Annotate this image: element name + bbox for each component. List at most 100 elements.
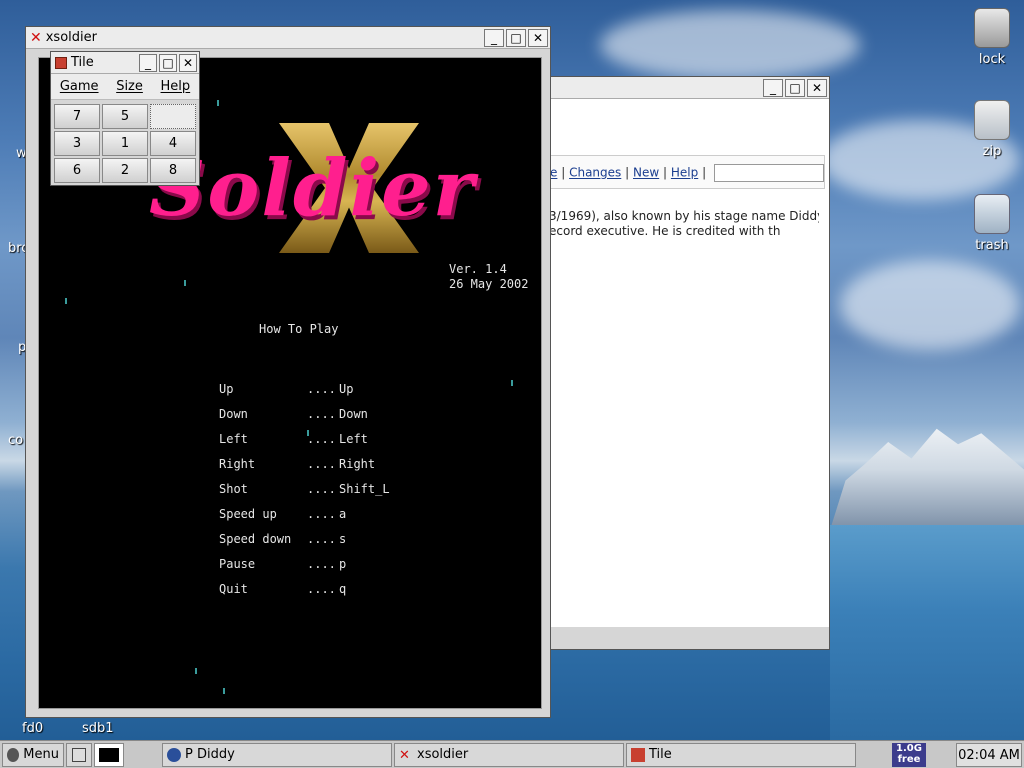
taskbar: Menu P Diddy ✕ xsoldier Tile 1.0G free 0… <box>0 740 1024 768</box>
control-key: s <box>339 532 347 546</box>
control-dots: .... <box>307 407 336 421</box>
control-action: Right <box>219 457 256 471</box>
tile-button[interactable]: 2 <box>102 158 148 183</box>
control-action: Quit <box>219 582 248 596</box>
control-dots: .... <box>307 582 336 596</box>
desktop-icon-lock[interactable]: lock <box>962 8 1022 67</box>
control-action: Shot <box>219 482 248 496</box>
control-action: Speed down <box>219 532 292 546</box>
control-dots: .... <box>307 557 336 571</box>
desktop-icon-label[interactable]: co <box>8 433 23 448</box>
menu-help[interactable]: Help <box>161 79 191 94</box>
close-button[interactable]: ✕ <box>179 53 197 72</box>
wiki-nav: e | Changes | New | Help | <box>549 155 825 189</box>
task-xsoldier[interactable]: ✕ xsoldier <box>394 742 624 767</box>
control-key: a <box>339 507 347 521</box>
xsoldier-icon: ✕ <box>399 747 410 763</box>
control-action: Pause <box>219 557 256 571</box>
star-particle <box>184 280 186 286</box>
maximize-button[interactable]: □ <box>785 78 805 97</box>
tile-button[interactable]: 7 <box>54 104 100 129</box>
zip-icon <box>974 100 1010 140</box>
control-key: p <box>339 557 347 571</box>
maximize-button[interactable]: □ <box>506 28 526 47</box>
browser-window[interactable]: _ □ ✕ e | Changes | New | Help | 3/1969)… <box>548 76 830 650</box>
menu-icon <box>7 747 20 762</box>
tile-titlebar[interactable]: Tile _ □ ✕ <box>51 52 199 74</box>
tile-button[interactable]: 6 <box>54 158 100 183</box>
control-action: Down <box>219 407 248 421</box>
window-title: xsoldier <box>45 30 97 45</box>
pager-icon <box>99 747 119 762</box>
tile-icon <box>631 747 645 762</box>
task-p-diddy[interactable]: P Diddy <box>162 742 392 767</box>
tile-app-icon <box>55 56 67 69</box>
xsoldier-titlebar[interactable]: ✕ xsoldier _ □ ✕ <box>26 27 550 49</box>
control-dots: .... <box>307 382 336 396</box>
desktop-icon-label: zip <box>982 144 1002 159</box>
star-particle <box>217 100 219 106</box>
browser-titlebar[interactable]: _ □ ✕ <box>549 77 829 99</box>
cloud <box>840 260 1020 350</box>
clock[interactable]: 02:04 AM <box>956 743 1022 767</box>
trash-icon <box>974 194 1010 234</box>
menu-label: Menu <box>23 747 59 762</box>
pager[interactable] <box>94 742 124 767</box>
tile-button[interactable]: 4 <box>150 131 196 156</box>
tile-grid: 7 5 3 1 4 6 2 8 <box>51 100 199 187</box>
control-dots: .... <box>307 432 336 446</box>
minimize-button[interactable]: _ <box>484 28 504 47</box>
minimize-button[interactable]: _ <box>139 53 157 72</box>
task-tile[interactable]: Tile <box>626 742 856 767</box>
desktop-icon-fd0[interactable]: fd0 <box>22 721 43 736</box>
mountain-scenery <box>830 428 1024 530</box>
sea-scenery <box>830 525 1024 740</box>
nav-link-new[interactable]: New <box>633 166 659 180</box>
lock-icon <box>974 8 1010 48</box>
window-title: Tile <box>71 55 94 70</box>
article-text: 3/1969), also known by his stage name Di… <box>549 209 819 238</box>
tile-empty-slot[interactable] <box>150 104 196 129</box>
star-particle <box>65 298 67 304</box>
close-button[interactable]: ✕ <box>807 78 827 97</box>
close-button[interactable]: ✕ <box>528 28 548 47</box>
memory-monitor: 1.0G free <box>892 743 926 767</box>
star-particle <box>511 380 513 386</box>
nav-link-partial[interactable]: e <box>550 166 557 180</box>
nav-link-help[interactable]: Help <box>671 166 698 180</box>
control-key: q <box>339 582 347 596</box>
tile-menubar: Game Size Help <box>51 74 199 100</box>
control-key: Right <box>339 457 376 471</box>
nav-link-changes[interactable]: Changes <box>569 166 621 180</box>
tile-button[interactable]: 5 <box>102 104 148 129</box>
desktop-icon-sdb1[interactable]: sdb1 <box>82 721 114 736</box>
info-icon <box>167 747 181 762</box>
control-key: Down <box>339 407 368 421</box>
control-dots: .... <box>307 507 336 521</box>
tile-button[interactable]: 3 <box>54 131 100 156</box>
task-label: xsoldier <box>417 747 469 762</box>
release-date: 26 May 2002 <box>449 277 529 291</box>
search-input[interactable] <box>713 164 824 182</box>
control-dots: .... <box>307 532 336 546</box>
control-action: Left <box>219 432 248 446</box>
minimize-button[interactable]: _ <box>763 78 783 97</box>
launcher-terminal[interactable] <box>66 742 92 767</box>
menu-size[interactable]: Size <box>116 79 143 94</box>
desktop-icon-label: trash <box>975 238 1009 253</box>
control-key: Shift_L <box>339 482 390 496</box>
control-key: Left <box>339 432 368 446</box>
control-dots: .... <box>307 482 336 496</box>
menu-button[interactable]: Menu <box>2 742 64 767</box>
tile-button[interactable]: 1 <box>102 131 148 156</box>
terminal-icon <box>72 747 86 762</box>
desktop-icon-trash[interactable]: trash <box>962 194 1022 253</box>
tile-window[interactable]: Tile _ □ ✕ Game Size Help 7 5 3 1 4 6 2 … <box>50 51 200 186</box>
control-dots: .... <box>307 457 336 471</box>
control-action: Up <box>219 382 234 396</box>
tile-button[interactable]: 8 <box>150 158 196 183</box>
desktop-icon-zip[interactable]: zip <box>962 100 1022 159</box>
menu-game[interactable]: Game <box>60 79 99 94</box>
xsoldier-app-icon: ✕ <box>30 29 42 46</box>
maximize-button[interactable]: □ <box>159 53 177 72</box>
